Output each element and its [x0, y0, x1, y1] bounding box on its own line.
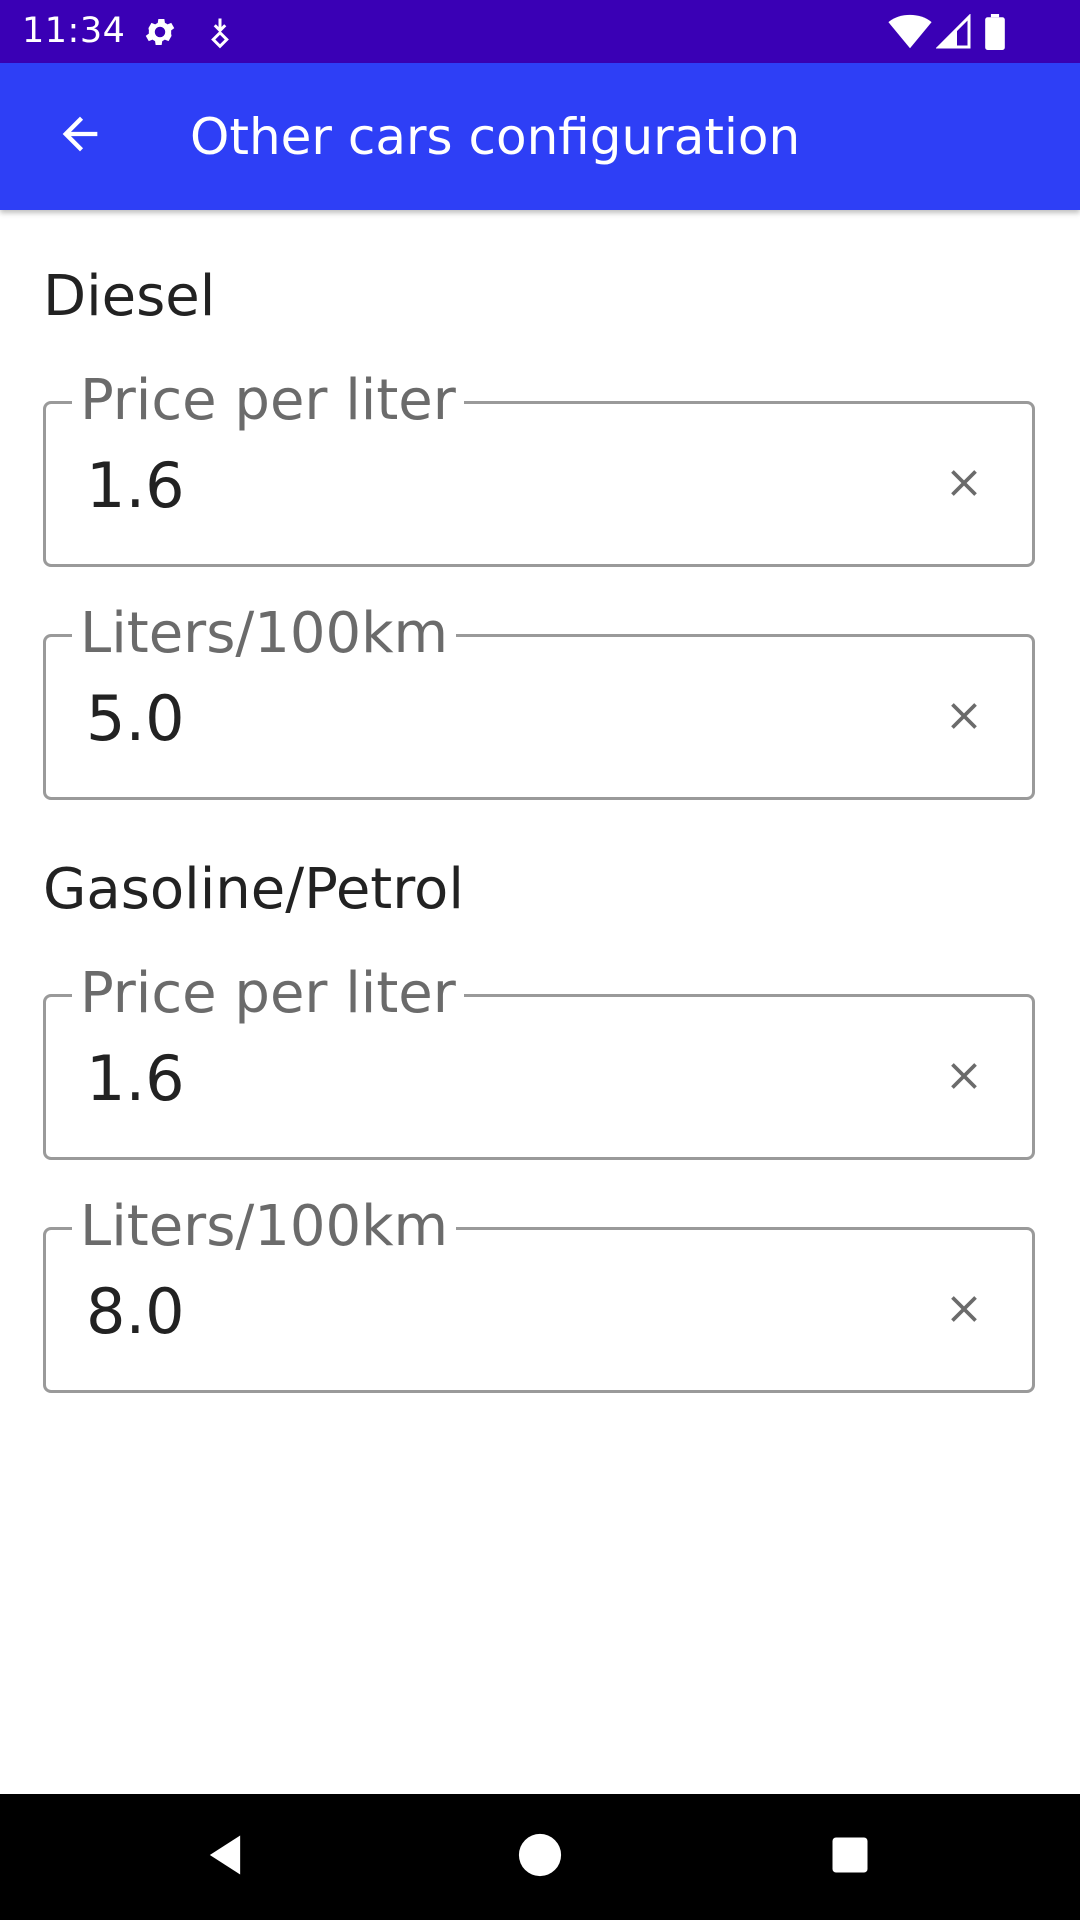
field-label: Price per liter — [72, 368, 464, 434]
status-bar: 11:34 — [0, 0, 1080, 63]
recents-square-icon — [829, 1834, 871, 1880]
clear-button[interactable] — [921, 1035, 1007, 1121]
home-circle-icon — [517, 1832, 563, 1882]
download-badge-icon — [202, 14, 238, 50]
gasoline-price-input[interactable]: 1.6 — [86, 1043, 185, 1115]
close-icon — [942, 1287, 986, 1335]
battery-icon — [982, 14, 1008, 50]
cell-signal-icon — [935, 13, 972, 50]
close-icon — [942, 461, 986, 509]
wifi-icon — [888, 14, 932, 50]
navigation-bar — [0, 1794, 1080, 1920]
diesel-price-field[interactable]: Price per liter 1.6 — [43, 368, 1035, 567]
app-bar: Other cars configuration — [0, 63, 1080, 210]
diesel-consumption-input[interactable]: 5.0 — [86, 683, 185, 755]
screen: 11:34 Other cars configuration Diesel Pr… — [0, 0, 1080, 1920]
nav-back-button[interactable] — [190, 1822, 260, 1892]
status-time: 11:34 — [22, 11, 126, 51]
nav-recents-button[interactable] — [815, 1822, 885, 1892]
diesel-consumption-field[interactable]: Liters/100km 5.0 — [43, 601, 1035, 800]
close-icon — [942, 694, 986, 742]
diesel-price-input[interactable]: 1.6 — [86, 450, 185, 522]
clear-button[interactable] — [921, 442, 1007, 528]
back-button[interactable] — [40, 96, 120, 176]
gear-icon — [142, 14, 178, 50]
arrow-back-icon — [54, 108, 106, 164]
nav-home-button[interactable] — [505, 1822, 575, 1892]
field-label: Liters/100km — [72, 601, 457, 667]
section-title-gasoline: Gasoline/Petrol — [43, 857, 464, 922]
clear-button[interactable] — [921, 675, 1007, 761]
back-triangle-icon — [199, 1829, 251, 1885]
section-title-diesel: Diesel — [43, 264, 216, 329]
gasoline-consumption-field[interactable]: Liters/100km 8.0 — [43, 1194, 1035, 1393]
close-icon — [942, 1054, 986, 1102]
gasoline-consumption-input[interactable]: 8.0 — [86, 1276, 185, 1348]
gasoline-price-field[interactable]: Price per liter 1.6 — [43, 961, 1035, 1160]
field-label: Price per liter — [72, 961, 464, 1027]
field-label: Liters/100km — [72, 1194, 457, 1260]
clear-button[interactable] — [921, 1268, 1007, 1354]
page-title: Other cars configuration — [190, 108, 801, 166]
